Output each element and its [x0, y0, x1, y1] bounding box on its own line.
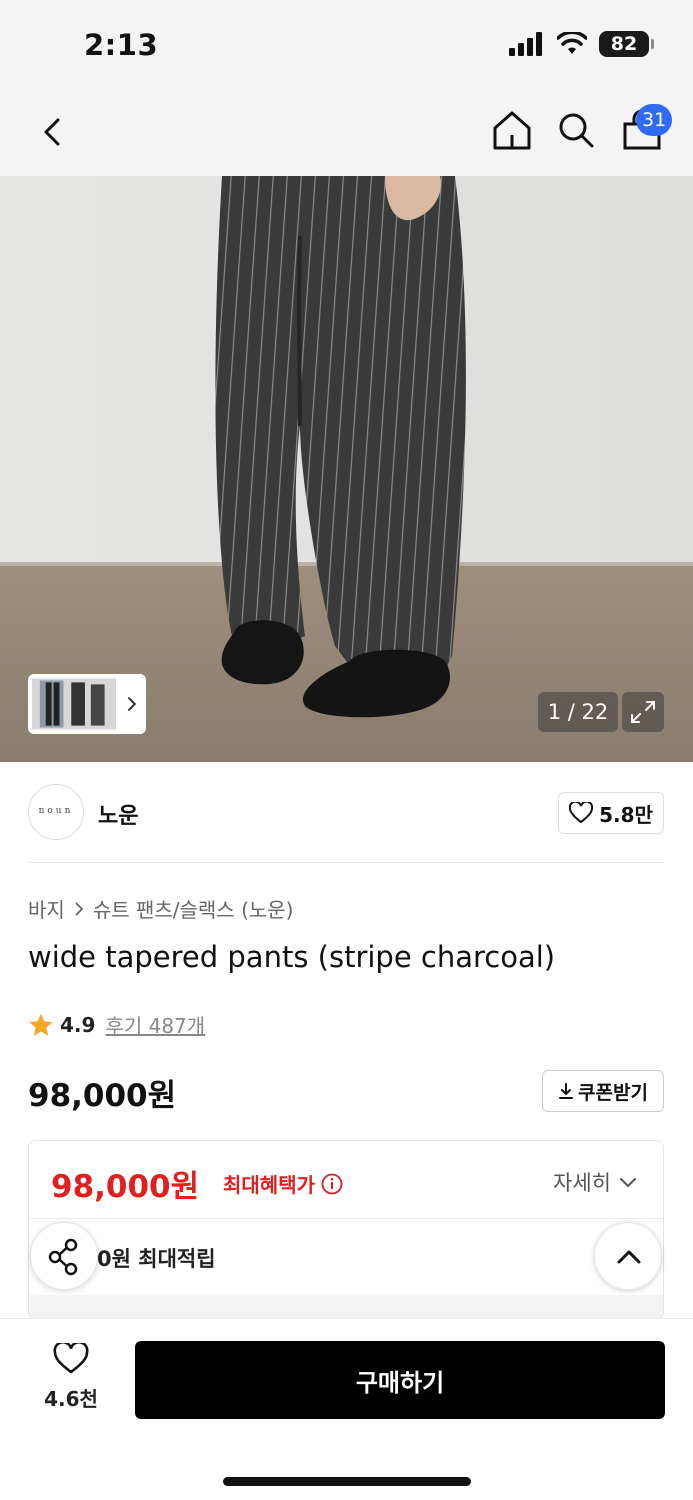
points-text: 0원 최대적립 [97, 1247, 216, 1271]
rating-row: 4.9 후기 487개 [28, 1010, 205, 1039]
brand-logo[interactable]: noun [28, 784, 84, 840]
max-benefit-text: 최대혜택가 [223, 1173, 315, 1197]
brand-name[interactable]: 노운 [98, 798, 138, 830]
breadcrumb-item[interactable]: 바지 [28, 894, 65, 923]
detail-label: 자세히 [553, 1171, 611, 1195]
status-bar: 2:13 82 [0, 0, 693, 88]
bottom-action-bar: 4.6천 구매하기 [0, 1318, 693, 1500]
breadcrumb-item[interactable]: 슈트 팬츠/슬랙스 (노운) [93, 894, 294, 923]
signal-icon [509, 32, 542, 56]
coupon-label: 쿠폰받기 [578, 1081, 648, 1104]
chevron-down-icon [620, 1178, 636, 1188]
home-icon[interactable] [490, 108, 534, 152]
heart-icon [569, 802, 594, 824]
search-icon[interactable] [556, 108, 596, 152]
points-row: 0원 최대적립 [29, 1219, 663, 1295]
review-link[interactable]: 후기 487개 [105, 1010, 205, 1039]
cart-count-badge: 31 [636, 104, 673, 136]
benefit-footer [29, 1295, 663, 1319]
image-counter: 1 / 22 [538, 692, 618, 732]
buy-button[interactable]: 구매하기 [135, 1341, 665, 1419]
benefit-summary[interactable]: 98,000원 최대혜택가 자세히 [29, 1141, 663, 1219]
scroll-top-button[interactable] [594, 1222, 662, 1290]
thumbnail-image [32, 678, 117, 730]
chevron-right-icon [128, 697, 137, 711]
chevron-right-icon [75, 901, 84, 916]
home-indicator [223, 1477, 471, 1486]
detail-toggle[interactable]: 자세히 [553, 1167, 637, 1197]
coupon-button[interactable]: 쿠폰받기 [542, 1070, 664, 1112]
expand-button[interactable] [622, 692, 664, 732]
battery-indicator: 82 [599, 31, 654, 57]
benefit-box: 98,000원 최대혜택가 자세히 0원 최대적립 [28, 1140, 664, 1320]
share-icon [48, 1238, 78, 1276]
chevron-up-icon [617, 1250, 641, 1264]
top-nav-bar [0, 88, 693, 176]
wifi-icon [557, 32, 587, 54]
expand-icon [631, 701, 655, 723]
max-benefit-label: 최대혜택가 [223, 1169, 343, 1198]
wishlist-button[interactable]: 4.6천 [30, 1340, 112, 1423]
brand-row[interactable]: noun 노운 5.8만 [28, 784, 664, 842]
product-title: wide tapered pants (stripe charcoal) [28, 940, 556, 974]
heart-icon [53, 1340, 89, 1374]
status-icons: 82 [509, 31, 654, 57]
wishlist-count: 4.6천 [44, 1387, 98, 1411]
thumbnail-strip[interactable] [28, 674, 146, 734]
share-button[interactable] [30, 1222, 98, 1290]
breadcrumb: 바지 슈트 팬츠/슬랙스 (노운) [28, 894, 293, 923]
product-price: 98,000원 [28, 1078, 177, 1114]
brand-like-count: 5.8만 [599, 802, 653, 827]
max-benefit-price: 98,000원 [51, 1169, 200, 1205]
back-icon[interactable] [34, 112, 74, 152]
rating-value: 4.9 [60, 1012, 96, 1037]
star-icon [29, 1013, 53, 1036]
status-time: 2:13 [84, 28, 159, 62]
divider [28, 862, 664, 863]
info-icon[interactable] [321, 1173, 343, 1195]
brand-like-button[interactable]: 5.8만 [558, 792, 664, 834]
download-icon [559, 1083, 574, 1099]
